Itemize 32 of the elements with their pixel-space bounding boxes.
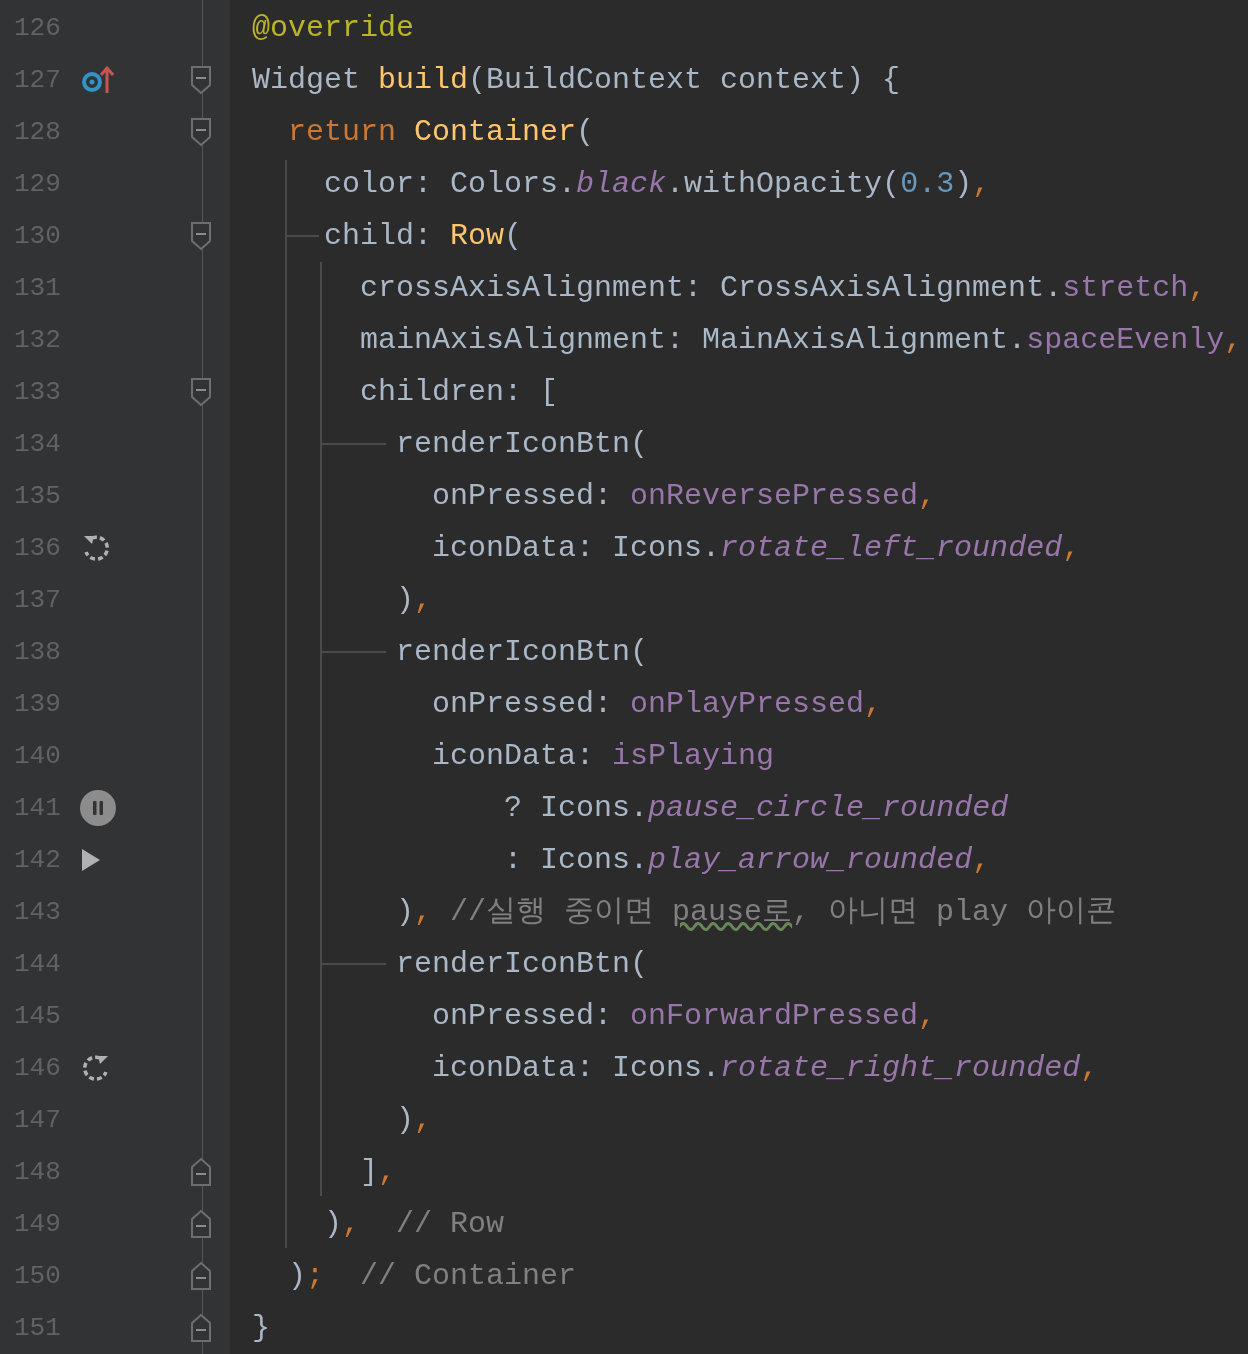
code-line: renderIconBtn(: [395, 634, 649, 671]
code-line: iconData: Icons.rotate_right_rounded,: [431, 1050, 1099, 1087]
code-line: mainAxisAlignment: MainAxisAlignment.spaceEvenly,: [359, 322, 1243, 359]
code-line: ],: [359, 1154, 397, 1191]
code-line: }: [252, 1310, 270, 1347]
fold-marker-icon[interactable]: [190, 221, 212, 251]
code-line: child: Row(: [323, 218, 523, 255]
code-line: children: [: [359, 374, 559, 411]
code-line: onPressed: onPlayPressed,: [431, 686, 883, 723]
code-line: ); // Container: [287, 1258, 577, 1295]
fold-marker-icon[interactable]: [190, 65, 212, 95]
code-line: ), //실행 중이면 pause로, 아니면 play 아이콘: [395, 894, 1117, 931]
pause-icon[interactable]: [80, 790, 116, 826]
code-line: renderIconBtn(: [395, 426, 649, 463]
code-line: iconData: isPlaying: [431, 738, 775, 775]
code-line: : Icons.play_arrow_rounded,: [503, 842, 991, 879]
code-line: ),: [395, 582, 433, 619]
code-line: onPressed: onForwardPressed,: [431, 998, 937, 1035]
code-line: ? Icons.pause_circle_rounded: [503, 790, 1009, 827]
code-line: ),: [395, 1102, 433, 1139]
code-line: onPressed: onReversePressed,: [431, 478, 937, 515]
code-line: return Container(: [287, 114, 595, 151]
fold-marker-icon[interactable]: [190, 377, 212, 407]
play-icon[interactable]: [80, 847, 102, 873]
code-line: iconData: Icons.rotate_left_rounded,: [431, 530, 1081, 567]
code-line: renderIconBtn(: [395, 946, 649, 983]
code-line: ), // Row: [323, 1206, 505, 1243]
code-line: @override: [252, 10, 415, 47]
code-line: color: Colors.black.withOpacity(0.3),: [323, 166, 991, 203]
fold-marker-icon[interactable]: [190, 117, 212, 147]
code-line: Widget build(BuildContext context) {: [252, 62, 901, 99]
code-line: crossAxisAlignment: CrossAxisAlignment.stretch,: [359, 270, 1207, 307]
